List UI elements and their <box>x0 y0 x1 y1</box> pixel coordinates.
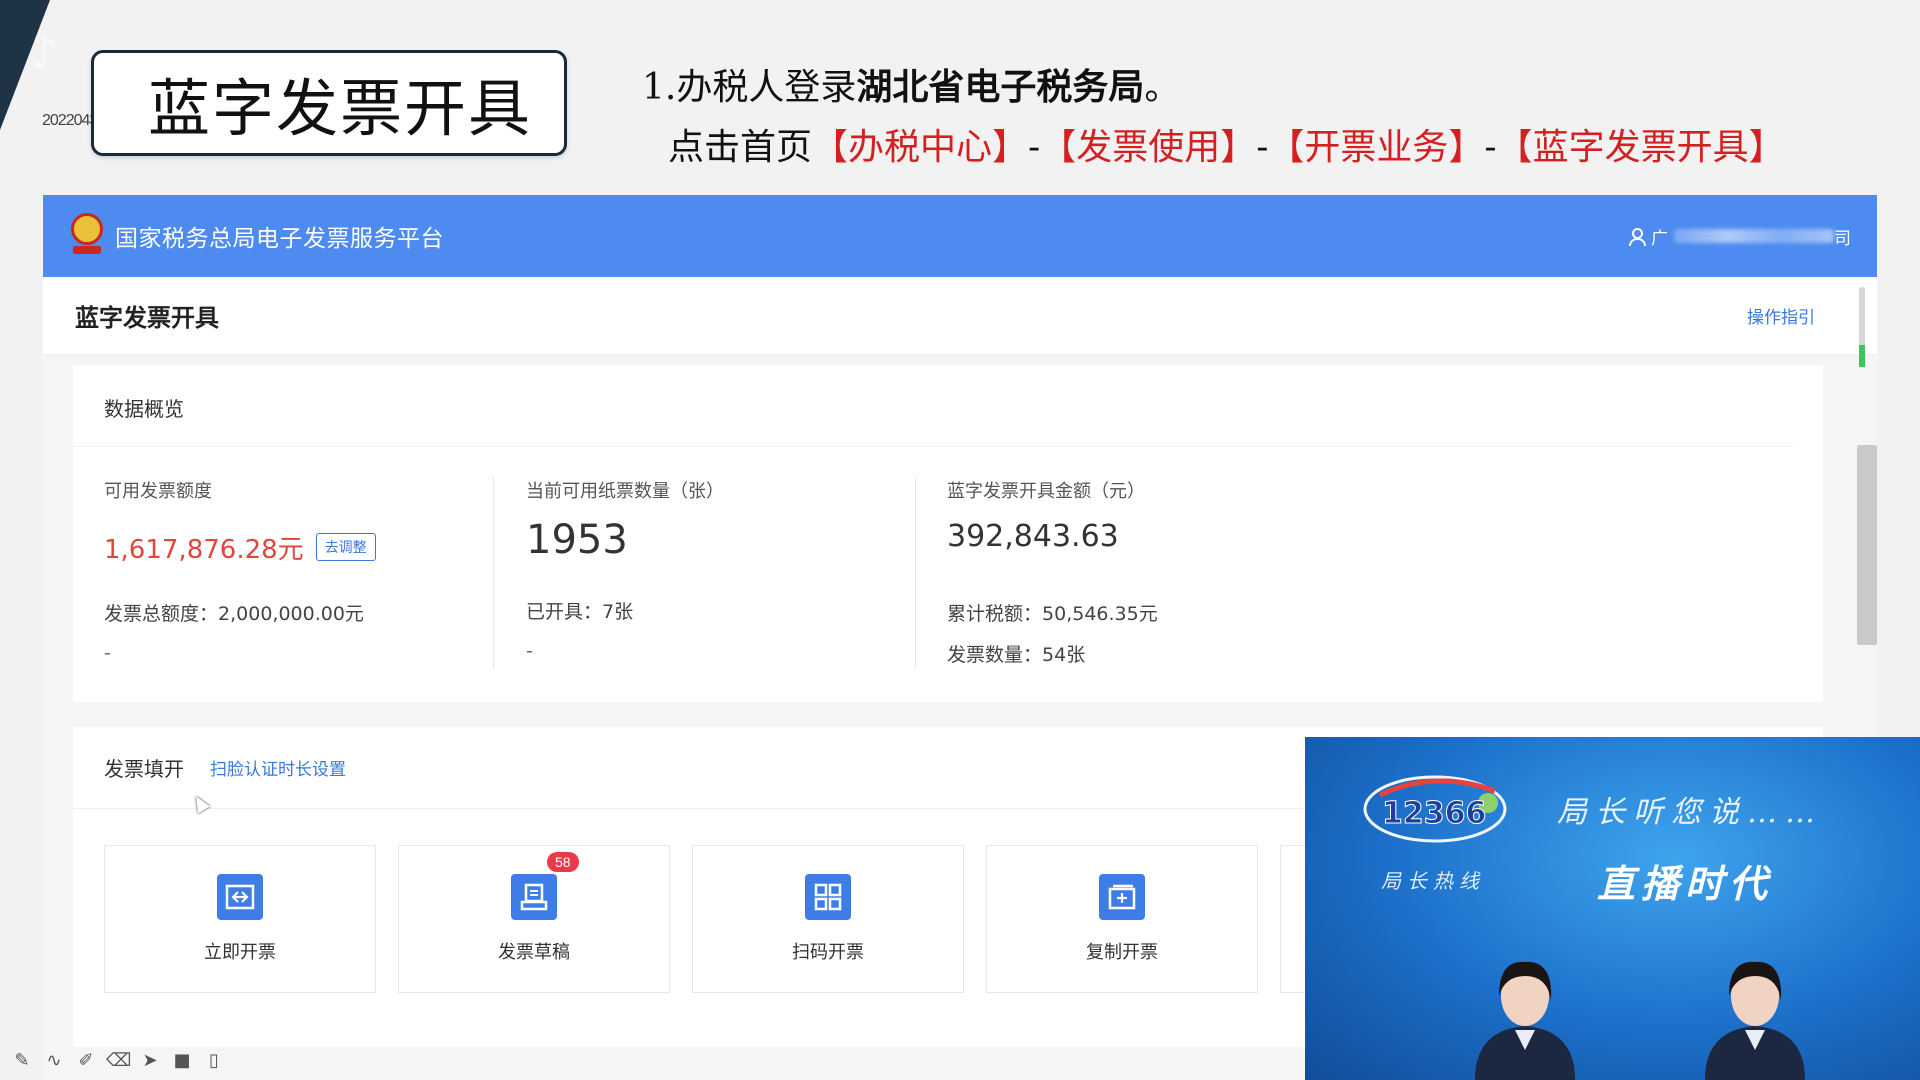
blue-invoice-amount: 392,843.63 <box>947 519 1119 554</box>
draft-count-badge: 58 <box>547 852 579 872</box>
video-hotline-text: 局长热线 <box>1381 869 1485 893</box>
hotline-12366-logo: 12366 <box>1360 767 1510 847</box>
tax-emblem-icon <box>69 213 105 259</box>
livestream-video: 12366 局长听您说…… 局长热线 直播时代 <box>1305 737 1920 1080</box>
slide-title-box: 蓝字发票开具 <box>91 50 567 156</box>
device-icon[interactable]: ▯ <box>202 1050 226 1071</box>
available-quota-value: 1,617,876.28元 <box>104 534 304 565</box>
presenter-left <box>1455 950 1595 1080</box>
page-titlebar: 蓝字发票开具 操作指引 <box>43 277 1877 355</box>
total-tax-value: 50,546.35元 <box>1042 603 1158 625</box>
vertical-scrollbar-thumb[interactable] <box>1857 445 1877 645</box>
instruction-line-1: 1.办税人登录湖北省电子税务局。 <box>642 66 1181 108</box>
watermark-date: 2022043 <box>42 112 98 129</box>
highlighter-icon[interactable]: ✐ <box>74 1050 98 1071</box>
overview-title: 数据概览 <box>73 365 1793 447</box>
copy-invoice-icon <box>1099 874 1145 920</box>
annotation-toolbar: ✎ ∿ ✐ ⌫ ➤ ■ ▯ <box>10 1050 226 1071</box>
copy-issue-tile[interactable]: 复制开票 <box>986 845 1258 993</box>
issue-now-tile[interactable]: 立即开票 <box>104 845 376 993</box>
issued-count-value: 7张 <box>602 601 634 623</box>
qr-code-icon <box>805 874 851 920</box>
slide-title: 蓝字发票开具 <box>148 72 533 145</box>
issue-now-icon <box>217 874 263 920</box>
svg-text:12366: 12366 <box>1382 796 1486 831</box>
scroll-indicator <box>1859 287 1865 367</box>
pointer-icon[interactable]: ➤ <box>138 1050 162 1071</box>
paper-invoice-stat: 当前可用纸票数量（张） 1953 已开具：7张 - <box>494 477 916 669</box>
qr-issue-tile[interactable]: 扫码开票 <box>692 845 964 993</box>
platform-name: 国家税务总局电子发票服务平台 <box>115 226 444 252</box>
invoice-count-value: 54张 <box>1042 644 1086 666</box>
draft-icon <box>511 874 557 920</box>
app-header: 国家税务总局电子发票服务平台 广 司 <box>43 195 1877 277</box>
user-icon <box>1627 227 1646 246</box>
invoice-fill-title: 发票填开 <box>104 757 184 781</box>
adjust-quota-button[interactable]: 去调整 <box>315 533 376 561</box>
video-live-era-text: 直播时代 <box>1597 861 1774 906</box>
user-menu[interactable]: 广 司 <box>1627 224 1851 249</box>
page-title: 蓝字发票开具 <box>75 304 219 332</box>
blurred-company-name <box>1674 229 1834 243</box>
operation-guide-link[interactable]: 操作指引 <box>1747 303 1815 328</box>
instruction-line-2: 点击首页【办税中心】-【发票使用】-【开票业务】-【蓝字发票开具】 <box>668 127 1785 168</box>
eraser-icon[interactable]: ⌫ <box>106 1050 131 1071</box>
paper-invoice-count: 1953 <box>526 517 628 563</box>
available-quota-stat: 可用发票额度 1,617,876.28元 去调整 发票总额度：2,000,000… <box>73 477 494 669</box>
video-slogan: 局长听您说…… <box>1557 795 1823 830</box>
presenter-right <box>1685 950 1825 1080</box>
face-auth-duration-link[interactable]: 扫脸认证时长设置 <box>210 755 346 780</box>
total-quota-value: 2,000,000.00元 <box>218 603 364 625</box>
draft-tile[interactable]: 58 发票草稿 <box>398 845 670 993</box>
data-overview-card: 数据概览 可用发票额度 1,617,876.28元 去调整 发票总额度：2,00… <box>73 365 1823 702</box>
camera-icon[interactable]: ■ <box>170 1050 194 1071</box>
curve-icon[interactable]: ∿ <box>42 1050 66 1071</box>
pen-icon[interactable]: ✎ <box>10 1050 34 1071</box>
blue-invoice-amount-stat: 蓝字发票开具金额（元） 392,843.63 累计税额：50,546.35元 发… <box>947 481 1158 666</box>
